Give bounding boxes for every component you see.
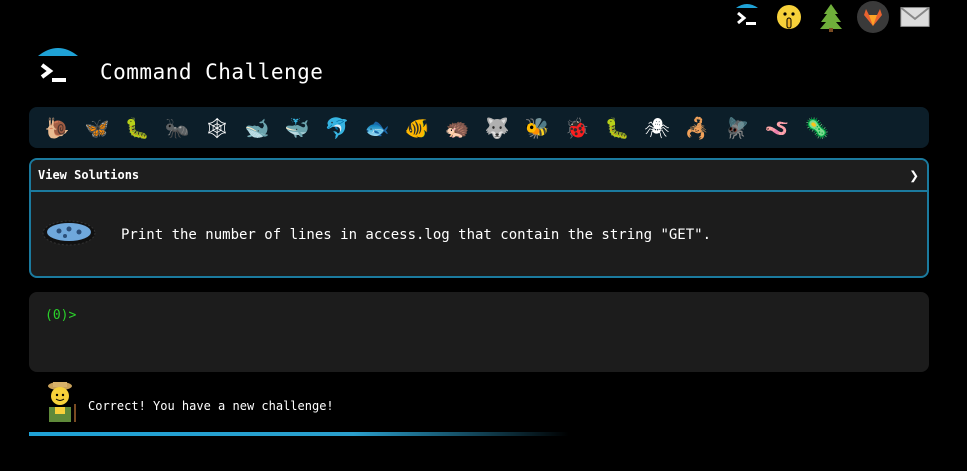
wolf-icon[interactable]: 🐺 xyxy=(477,108,517,148)
earthworm-icon[interactable]: 🪱 xyxy=(757,108,797,148)
status-text: Correct! You have a new challenge! xyxy=(88,399,334,413)
fish-icon[interactable]: 🐟 xyxy=(357,108,397,148)
terminal[interactable]: (0)> xyxy=(29,292,929,372)
view-solutions-toggle[interactable]: View Solutions ❯ xyxy=(31,160,927,192)
terminal-logo-icon xyxy=(36,46,80,86)
dolphin-icon[interactable]: 🐬 xyxy=(317,108,357,148)
bee-icon[interactable]: 🐝 xyxy=(517,108,557,148)
chevron-right-icon: ❯ xyxy=(909,165,919,185)
fly-icon[interactable]: 🪰 xyxy=(717,108,757,148)
terminal-icon[interactable] xyxy=(731,1,763,33)
shushing-face-icon[interactable] xyxy=(773,1,805,33)
page-header: Command Challenge xyxy=(36,46,323,86)
hedgehog-icon[interactable]: 🦔 xyxy=(437,108,477,148)
microbe-icon xyxy=(41,217,97,253)
farmer-icon xyxy=(40,380,80,428)
mail-icon[interactable] xyxy=(899,1,931,33)
spider-icon[interactable]: 🕷 xyxy=(637,108,677,148)
terminal-prompt: (0)> xyxy=(45,308,77,323)
whale-spout-icon[interactable]: 🐳 xyxy=(277,108,317,148)
tree-icon[interactable] xyxy=(815,1,847,33)
caterpillar-icon[interactable]: 🐛 xyxy=(117,108,157,148)
view-solutions-label: View Solutions xyxy=(38,168,140,182)
snail-icon[interactable]: 🐌 xyxy=(37,108,77,148)
spider-web-icon[interactable]: 🕸 xyxy=(197,108,237,148)
top-nav xyxy=(731,0,931,34)
tropical-fish-icon[interactable]: 🐠 xyxy=(397,108,437,148)
challenge-body: Print the number of lines in access.log … xyxy=(31,192,927,276)
microbe-icon[interactable]: 🦠 xyxy=(797,108,837,148)
challenge-progress-bar: 🐌 🦋 🐛 🐜 🕸 🐋 🐳 🐬 🐟 🐠 🦔 🐺 🐝 🐞 🐛 🕷 🦂 🪰 🪱 🦠 xyxy=(29,107,929,148)
worm-icon[interactable]: 🐛 xyxy=(597,108,637,148)
challenge-text: Print the number of lines in access.log … xyxy=(121,227,712,243)
ant-icon[interactable]: 🐜 xyxy=(157,108,197,148)
scorpion-icon[interactable]: 🦂 xyxy=(677,108,717,148)
progress-line xyxy=(29,432,569,436)
page-title: Command Challenge xyxy=(100,60,324,84)
ladybug-icon[interactable]: 🐞 xyxy=(557,108,597,148)
challenge-panel: View Solutions ❯ Print the number of lin… xyxy=(29,158,929,278)
butterfly-icon[interactable]: 🦋 xyxy=(77,108,117,148)
gitlab-icon[interactable] xyxy=(857,1,889,33)
terminal-input[interactable] xyxy=(85,307,890,324)
whale-icon[interactable]: 🐋 xyxy=(237,108,277,148)
status-message: Correct! You have a new challenge! xyxy=(40,380,334,428)
